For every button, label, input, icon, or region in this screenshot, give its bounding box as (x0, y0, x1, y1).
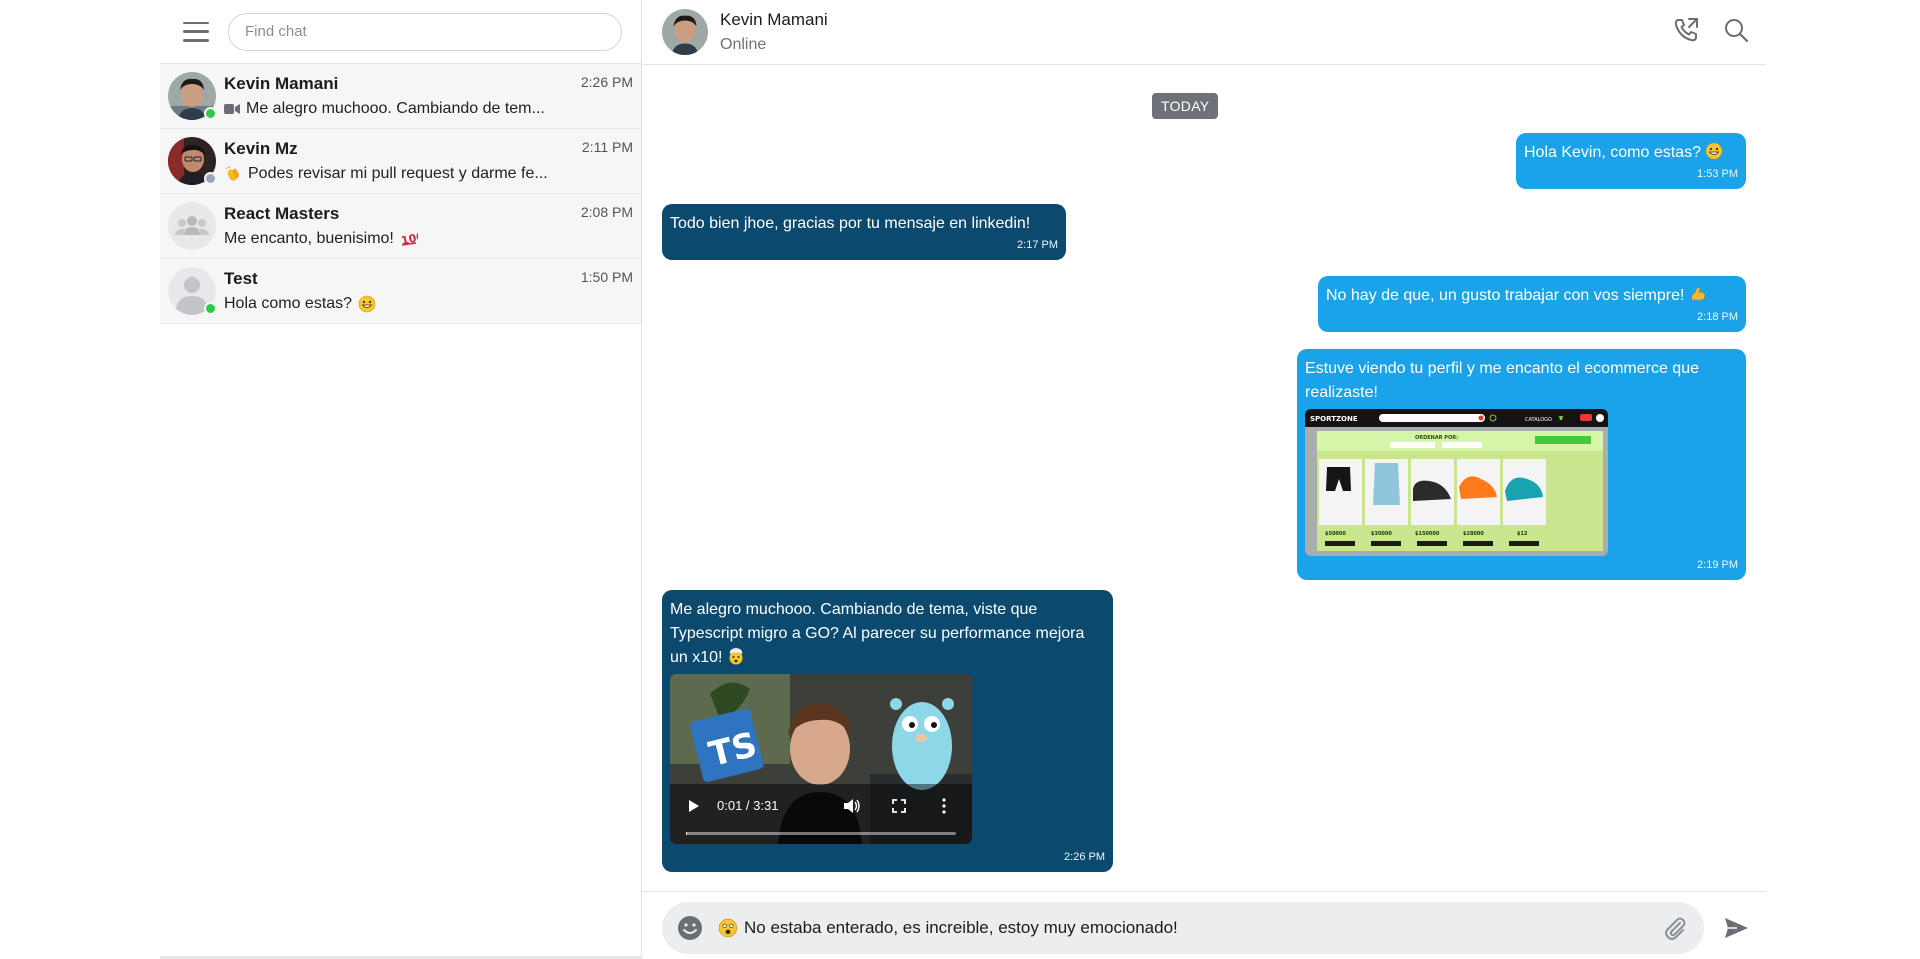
message-outgoing-with-image[interactable]: Estuve viendo tu perfil y me encanto el … (1297, 349, 1746, 580)
product-price: $150000 (1415, 531, 1440, 537)
online-status-dot (204, 107, 217, 120)
chat-item-react-masters[interactable]: React Masters Me encanto, buenisimo! 100… (160, 194, 641, 259)
chat-name: Test (224, 269, 258, 288)
avatar-photo (662, 9, 708, 55)
header-actions (1672, 16, 1750, 44)
chat-preview: Me encanto, buenisimo! 100 (224, 230, 569, 248)
chat-item-test[interactable]: Test Hola como estas? 1:50 PM (160, 259, 641, 324)
grinning-emoji-icon (358, 295, 376, 313)
video-time-display: 0:01 / 3:31 (717, 798, 779, 813)
chat-item-body: React Masters Me encanto, buenisimo! 100 (224, 194, 641, 258)
chat-preview-text: Podes revisar mi pull request y darme fe… (248, 165, 548, 182)
chat-preview-text: Me alegro muchooo. Cambiando de tem... (246, 100, 545, 117)
video-controls: 0:01 / 3:31 (670, 784, 972, 844)
volume-icon[interactable] (843, 798, 861, 814)
chat-app: Kevin Mamani Me alegro muchooo. Cambiand… (160, 0, 1766, 959)
message-time: 2:26 PM (1064, 851, 1105, 863)
emoji-picker-icon[interactable] (676, 914, 704, 942)
avatar (168, 267, 217, 315)
search-icon[interactable] (1722, 16, 1750, 44)
fullscreen-icon[interactable] (892, 799, 906, 813)
message-outgoing[interactable]: No hay de que, un gusto trabajar con vos… (1318, 276, 1746, 332)
product-price: $28000 (1463, 531, 1484, 537)
shop-brand: SPORTZONE (1310, 415, 1358, 423)
chat-time: 2:11 PM (581, 139, 633, 155)
astonished-emoji-icon (718, 918, 738, 938)
message-input[interactable] (744, 918, 1662, 938)
offline-status-dot (204, 172, 217, 185)
product-price: $30000 (1371, 531, 1392, 537)
chat-item-kevin-mamani[interactable]: Kevin Mamani Me alegro muchooo. Cambiand… (160, 64, 641, 129)
avatar (168, 137, 217, 185)
sidebar: Kevin Mamani Me alegro muchooo. Cambiand… (160, 0, 642, 959)
chat-name: Kevin Mz (224, 139, 298, 158)
shop-sort-heading: ORDENAR POR: (1415, 435, 1458, 441)
ecommerce-screenshot-image[interactable]: SPORTZONE CATALOGO ORDENAR POR: $50000 $… (1305, 409, 1608, 556)
conversation-panel: Kevin Mamani Online TODAY Hola Kevin, co… (642, 0, 1766, 959)
exploding-head-emoji-icon (729, 647, 743, 665)
message-incoming-with-video[interactable]: Me alegro muchooo. Cambiando de tema, vi… (662, 590, 1113, 872)
message-time: 2:18 PM (1697, 311, 1738, 323)
message-list[interactable]: TODAY Hola Kevin, como estas? 1:53 PM To… (642, 66, 1766, 892)
chat-preview: Podes revisar mi pull request y darme fe… (224, 165, 569, 183)
chat-item-body: Kevin Mamani Me alegro muchooo. Cambiand… (224, 64, 641, 128)
message-time: 1:53 PM (1697, 168, 1738, 180)
menu-icon[interactable] (183, 21, 209, 42)
sidebar-header (160, 0, 641, 64)
flexed-biceps-emoji-icon (1691, 287, 1706, 301)
message-text: Hola Kevin, como estas? (1524, 144, 1701, 161)
group-icon (168, 202, 216, 250)
conversation-header: Kevin Mamani Online (642, 0, 1766, 65)
chat-preview-text: Me encanto, buenisimo! (224, 230, 394, 247)
avatar (168, 72, 217, 120)
message-incoming[interactable]: Todo bien jhoe, gracias por tu mensaje e… (662, 204, 1066, 260)
message-text: No hay de que, un gusto trabajar con vos… (1326, 287, 1685, 304)
online-status-dot (204, 302, 217, 315)
message-composer (662, 902, 1704, 954)
chat-preview: Me alegro muchooo. Cambiando de tem... (224, 100, 569, 118)
message-outgoing[interactable]: Hola Kevin, como estas? 1:53 PM (1516, 133, 1746, 189)
hundred-points-emoji-icon: 100 (400, 230, 418, 248)
chat-name: Kevin Mamani (224, 74, 339, 93)
send-icon[interactable] (1722, 914, 1750, 942)
date-separator: TODAY (1152, 93, 1219, 119)
message-composer-bar (642, 891, 1766, 959)
contact-info: Kevin Mamani Online (720, 10, 828, 54)
contact-avatar[interactable] (662, 9, 708, 55)
message-time: 2:17 PM (1017, 239, 1058, 251)
product-price: $12 (1517, 531, 1528, 537)
chat-item-body: Test Hola como estas? (224, 259, 641, 323)
message-text: Estuve viendo tu perfil y me encanto el … (1305, 360, 1699, 401)
product-price: $50000 (1325, 531, 1346, 537)
shop-nav-catalog: CATALOGO (1525, 417, 1552, 423)
more-options-icon[interactable] (942, 798, 946, 814)
find-chat-input[interactable] (228, 12, 622, 51)
video-progress-track[interactable] (686, 832, 956, 835)
chat-item-kevin-mz[interactable]: Kevin Mz Podes revisar mi pull request y… (160, 129, 641, 194)
phone-call-icon[interactable] (1672, 16, 1700, 44)
message-text: Todo bien jhoe, gracias por tu mensaje e… (670, 215, 1031, 232)
grinning-emoji-icon (1706, 142, 1723, 160)
chat-name: React Masters (224, 204, 340, 223)
video-camera-icon (224, 104, 240, 114)
play-icon[interactable] (688, 799, 700, 813)
clapping-hands-emoji-icon (225, 165, 239, 181)
message-time: 2:19 PM (1697, 559, 1738, 571)
video-progress-fill (686, 832, 688, 835)
ecommerce-preview: SPORTZONE CATALOGO ORDENAR POR: $50000 $… (1305, 409, 1608, 556)
contact-name: Kevin Mamani (720, 10, 828, 29)
contact-status: Online (720, 36, 767, 53)
chat-preview: Hola como estas? (224, 295, 569, 313)
video-player[interactable]: TS 0:01 / 3:31 (670, 674, 972, 844)
avatar (168, 202, 216, 250)
chat-time: 1:50 PM (580, 269, 633, 285)
chat-preview-text: Hola como estas? (224, 295, 353, 312)
attach-icon[interactable] (1662, 915, 1688, 941)
chat-item-body: Kevin Mz Podes revisar mi pull request y… (224, 129, 641, 193)
chat-time: 2:08 PM (580, 204, 633, 220)
chat-time: 2:26 PM (580, 74, 633, 90)
